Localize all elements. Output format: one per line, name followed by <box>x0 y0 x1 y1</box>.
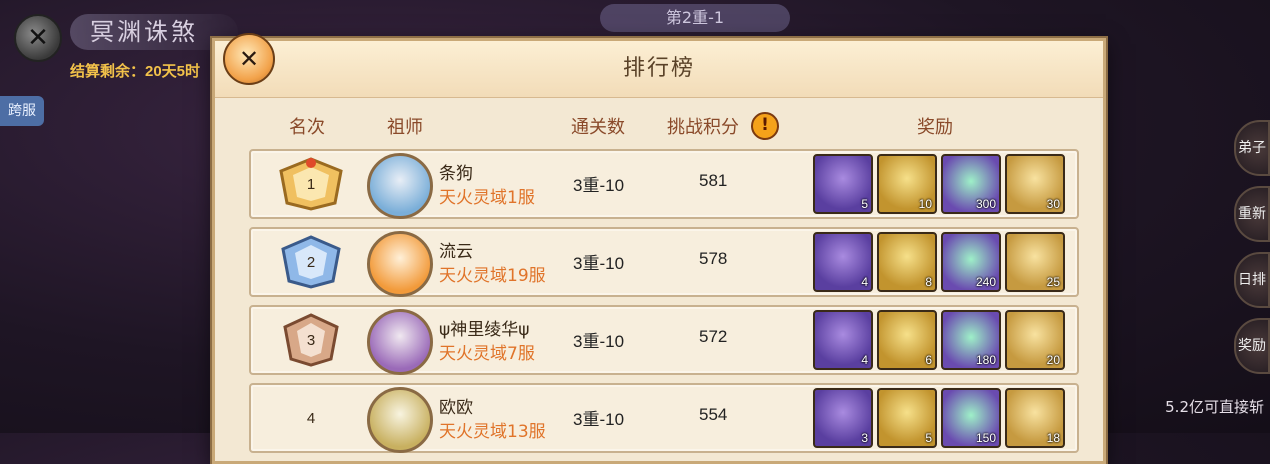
rank-number: 1 <box>306 175 316 193</box>
avatar[interactable] <box>367 153 433 219</box>
panel-title: 排行榜 <box>215 41 1103 98</box>
player-name: 流云 <box>439 242 473 262</box>
challenge-score: 572 <box>699 327 728 346</box>
rank-row-3[interactable]: 3 ψ神里绫华ψ 天火灵域7服 3重-10 572 4 6 180 20 <box>249 305 1079 375</box>
rank-badge-bronze: 3 <box>275 313 347 367</box>
rank-badge-blue: 2 <box>275 235 347 289</box>
rank-row-1[interactable]: 1 条狗 天火灵域1服 3重-10 581 5 10 300 30 <box>249 149 1079 219</box>
col-rewards: 奖励 <box>917 117 953 138</box>
daily-rank-button[interactable]: 日排 <box>1234 252 1270 308</box>
challenge-score: 578 <box>699 249 728 268</box>
challenge-score: 581 <box>699 171 728 190</box>
clear-stage: 3重-10 <box>573 176 625 195</box>
stage-label: 第2重-1 <box>600 4 790 32</box>
clear-stage: 3重-10 <box>573 332 625 351</box>
reward-orb-gold-icon[interactable]: 6 <box>877 310 937 370</box>
rank-badge-gold: 1 <box>275 157 347 211</box>
player-server: 天火灵域7服 <box>439 344 535 364</box>
rank-number: 2 <box>306 253 316 271</box>
cross-server-tab[interactable]: 跨服 <box>0 96 44 126</box>
avatar[interactable] <box>367 309 433 375</box>
rank-row-2[interactable]: 2 流云 天火灵域19服 3重-10 578 4 8 240 25 <box>249 227 1079 297</box>
clear-stage: 3重-10 <box>573 410 625 429</box>
player-name: ψ神里绫华ψ <box>439 320 530 340</box>
reward-crystal-icon[interactable]: 300 <box>941 154 1001 214</box>
settle-countdown: 结算剩余：20天5时 <box>70 63 201 80</box>
player-server: 天火灵域1服 <box>439 188 535 208</box>
player-server: 天火灵域19服 <box>439 266 546 286</box>
close-icon[interactable]: ✕ <box>223 33 275 85</box>
reward-treasure-chest-icon[interactable]: 30 <box>1005 154 1065 214</box>
reward-chest-purple-icon[interactable]: 4 <box>813 232 873 292</box>
rank-row-4[interactable]: 4 欧欧 天火灵域13服 3重-10 554 3 5 150 18 <box>249 383 1079 453</box>
avatar[interactable] <box>367 387 433 453</box>
player-name: 条狗 <box>439 164 473 184</box>
leaderboard-panel: ✕ 排行榜 名次 祖师 通关数 挑战积分 ! 奖励 1 条狗 天火灵域1服 3重… <box>212 33 1106 464</box>
reward-chest-purple-icon[interactable]: 5 <box>813 154 873 214</box>
reward-crystal-icon[interactable]: 150 <box>941 388 1001 448</box>
reward-treasure-chest-icon[interactable]: 20 <box>1005 310 1065 370</box>
reward-crystal-icon[interactable]: 240 <box>941 232 1001 292</box>
reward-orb-gold-icon[interactable]: 8 <box>877 232 937 292</box>
reset-button[interactable]: 重新 <box>1234 186 1270 242</box>
reward-treasure-chest-icon[interactable]: 25 <box>1005 232 1065 292</box>
col-rank: 名次 <box>289 117 325 138</box>
back-close-icon[interactable]: ✕ <box>14 14 62 62</box>
player-name: 欧欧 <box>439 398 473 418</box>
col-score: 挑战积分 <box>667 117 739 138</box>
col-clears: 通关数 <box>571 117 625 138</box>
disciple-button[interactable]: 弟子 <box>1234 120 1270 176</box>
info-icon[interactable]: ! <box>751 112 779 140</box>
player-server: 天火灵域13服 <box>439 422 546 442</box>
challenge-score: 554 <box>699 405 728 424</box>
reward-crystal-icon[interactable]: 180 <box>941 310 1001 370</box>
col-master: 祖师 <box>387 117 423 138</box>
reward-chest-purple-icon[interactable]: 4 <box>813 310 873 370</box>
rank-number: 3 <box>306 331 316 349</box>
clear-stage: 3重-10 <box>573 254 625 273</box>
rank-badge-plain: 4 <box>275 391 347 445</box>
reward-orb-gold-icon[interactable]: 5 <box>877 388 937 448</box>
reward-chest-purple-icon[interactable]: 3 <box>813 388 873 448</box>
reward-orb-gold-icon[interactable]: 10 <box>877 154 937 214</box>
avatar[interactable] <box>367 231 433 297</box>
rank-number: 4 <box>306 409 316 427</box>
reward-treasure-chest-icon[interactable]: 18 <box>1005 388 1065 448</box>
reward-button[interactable]: 奖励 <box>1234 318 1270 374</box>
kill-hint: 5.2亿可直接斩 <box>1165 398 1264 416</box>
